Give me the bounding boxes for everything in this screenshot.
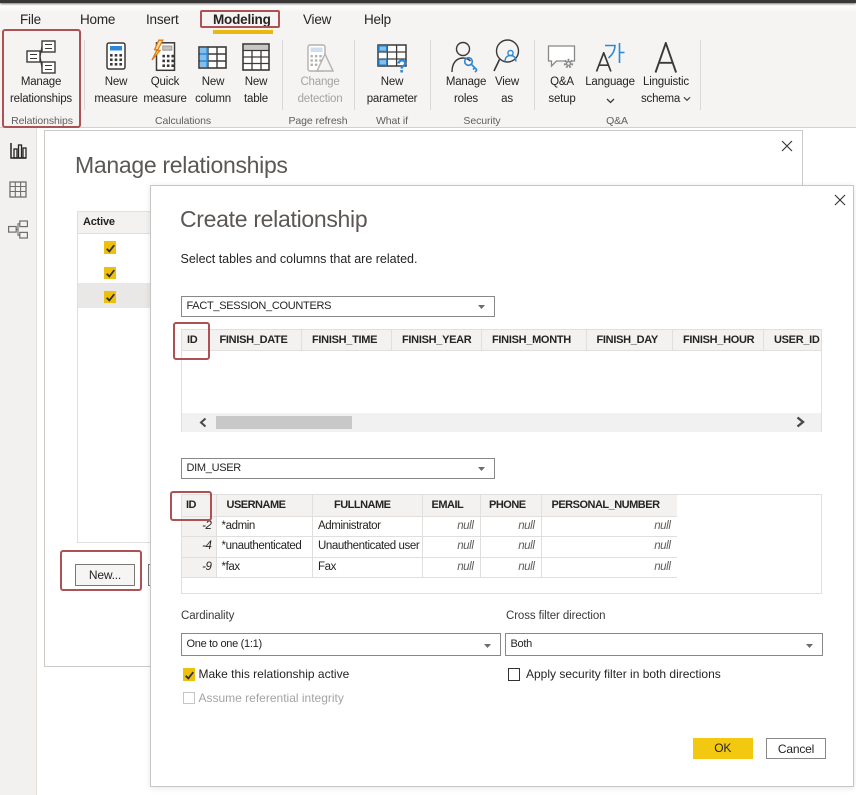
svg-text:?: ? xyxy=(397,57,408,74)
